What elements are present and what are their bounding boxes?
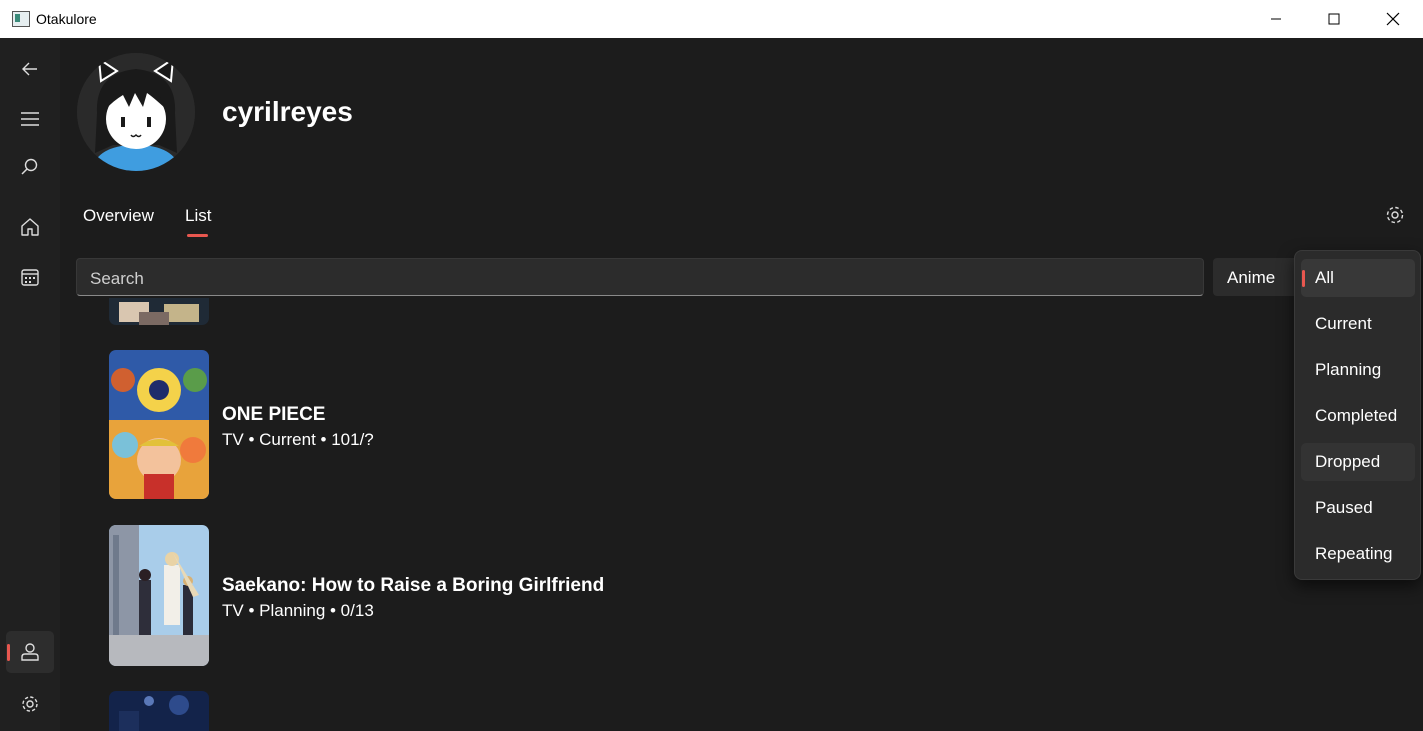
list-settings-button[interactable] <box>1384 204 1406 226</box>
settings-nav-button[interactable] <box>6 683 54 725</box>
gear-icon <box>1386 206 1404 224</box>
anime-cover-image <box>109 298 209 325</box>
media-type-selected: Anime <box>1227 268 1276 287</box>
arrow-left-icon <box>22 62 37 76</box>
avatar-image <box>77 53 195 171</box>
status-option-planning[interactable]: Planning <box>1301 351 1415 389</box>
media-type-select[interactable]: Anime <box>1213 258 1303 296</box>
search-nav-button[interactable] <box>6 146 54 188</box>
window-title: Otakulore <box>36 11 97 27</box>
anime-cover-image <box>109 350 209 499</box>
status-option-completed[interactable]: Completed <box>1301 397 1415 435</box>
navigation-sidebar <box>0 38 60 731</box>
back-button[interactable] <box>6 48 54 90</box>
menu-button[interactable] <box>6 98 54 140</box>
list-item-meta: TV • Planning • 0/13 <box>222 601 374 620</box>
app-icon <box>12 11 30 27</box>
status-option-dropped[interactable]: Dropped <box>1301 443 1415 481</box>
list-item-thumbnail[interactable] <box>109 350 209 499</box>
close-button[interactable] <box>1364 0 1422 38</box>
tab-list[interactable]: List <box>185 206 211 226</box>
maximize-icon <box>1328 13 1340 25</box>
list-item-thumbnail[interactable] <box>109 298 209 325</box>
status-option-repeating[interactable]: Repeating <box>1301 535 1415 573</box>
anime-cover-image <box>109 525 209 666</box>
list-item-meta: TV • Current • 101/? <box>222 430 374 449</box>
tab-overview[interactable]: Overview <box>83 206 154 226</box>
maximize-button[interactable] <box>1305 0 1363 38</box>
status-option-all[interactable]: All <box>1301 259 1415 297</box>
profile-page: cyrilreyes Overview List Search Anime ON… <box>60 38 1423 731</box>
home-icon <box>21 218 39 236</box>
list-item-title[interactable]: ONE PIECE <box>222 404 325 426</box>
calendar-nav-button[interactable] <box>6 256 54 298</box>
username: cyrilreyes <box>222 96 353 127</box>
list-item-thumbnail[interactable] <box>109 691 209 731</box>
calendar-icon <box>21 269 39 286</box>
person-icon <box>21 643 39 661</box>
list-item-thumbnail[interactable] <box>109 525 209 666</box>
anime-cover-image <box>109 691 209 731</box>
avatar <box>77 53 195 171</box>
search-icon <box>21 158 38 175</box>
search-input[interactable]: Search <box>76 258 1204 296</box>
search-placeholder: Search <box>90 269 144 288</box>
hamburger-icon <box>21 112 39 126</box>
list-item-title[interactable]: Saekano: How to Raise a Boring Girlfrien… <box>222 575 604 597</box>
minimize-icon <box>1271 18 1281 20</box>
home-nav-button[interactable] <box>6 206 54 248</box>
status-option-paused[interactable]: Paused <box>1301 489 1415 527</box>
minimize-button[interactable] <box>1247 0 1305 38</box>
status-filter-dropdown: All Current Planning Completed Dropped P… <box>1294 250 1421 580</box>
status-option-current[interactable]: Current <box>1301 305 1415 343</box>
title-bar: Otakulore <box>0 0 1423 39</box>
profile-nav-button[interactable] <box>6 631 54 673</box>
gear-icon <box>22 696 38 712</box>
tab-selected-indicator <box>187 234 208 237</box>
close-icon <box>1386 12 1400 26</box>
